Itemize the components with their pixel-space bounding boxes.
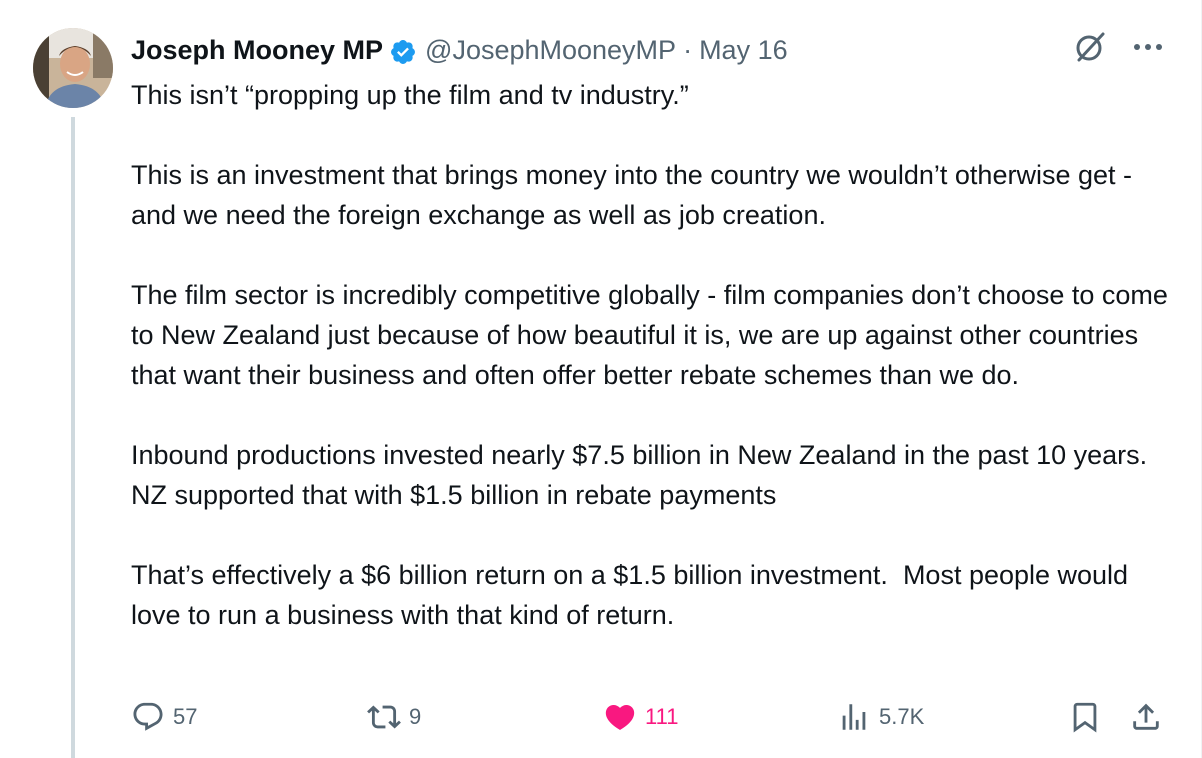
views-count: 5.7K <box>879 704 925 729</box>
views-icon <box>842 704 866 730</box>
heart-filled-icon <box>605 704 635 730</box>
share-button[interactable] <box>1129 697 1163 737</box>
thread-line <box>71 117 75 758</box>
tweet-paragraph: The film sector is incredibly competitiv… <box>131 280 1176 390</box>
separator-dot: · <box>683 35 693 65</box>
tweet[interactable]: Joseph Mooney MP @JosephMooneyMP · May 1… <box>0 0 1202 758</box>
avatar[interactable] <box>33 28 113 108</box>
grok-icon[interactable] <box>1073 30 1107 64</box>
action-bar: 57 9 111 5.7K <box>131 697 1171 737</box>
verified-badge-icon[interactable] <box>389 36 417 64</box>
tweet-paragraph: That’s effectively a $6 billion return o… <box>131 560 1136 630</box>
author-handle[interactable]: @JosephMooneyMP <box>425 29 676 71</box>
tweet-header: Joseph Mooney MP @JosephMooneyMP · May 1… <box>131 29 788 71</box>
tweet-date[interactable]: May 16 <box>699 29 788 71</box>
views-button[interactable]: 5.7K <box>837 697 924 737</box>
repost-icon <box>367 705 401 729</box>
like-count: 111 <box>645 704 679 729</box>
bookmark-button[interactable] <box>1068 697 1102 737</box>
top-actions <box>1073 30 1163 64</box>
share-icon <box>1133 703 1159 730</box>
tweet-text: This isn’t “propping up the film and tv … <box>131 75 1181 635</box>
repost-count: 9 <box>409 704 422 729</box>
avatar-image <box>33 28 113 108</box>
reply-icon <box>133 702 163 731</box>
tweet-paragraph: Inbound productions invested nearly $7.5… <box>131 440 1170 510</box>
like-button[interactable]: 111 <box>603 697 678 737</box>
more-icon[interactable] <box>1133 42 1163 52</box>
tweet-paragraph: This isn’t “propping up the film and tv … <box>131 80 689 110</box>
reply-count: 57 <box>173 704 198 729</box>
bookmark-icon <box>1073 702 1097 733</box>
reply-button[interactable]: 57 <box>131 697 197 737</box>
author-name[interactable]: Joseph Mooney MP <box>131 29 383 71</box>
tweet-paragraph: This is an investment that brings money … <box>131 160 1140 230</box>
repost-button[interactable]: 9 <box>367 697 421 737</box>
